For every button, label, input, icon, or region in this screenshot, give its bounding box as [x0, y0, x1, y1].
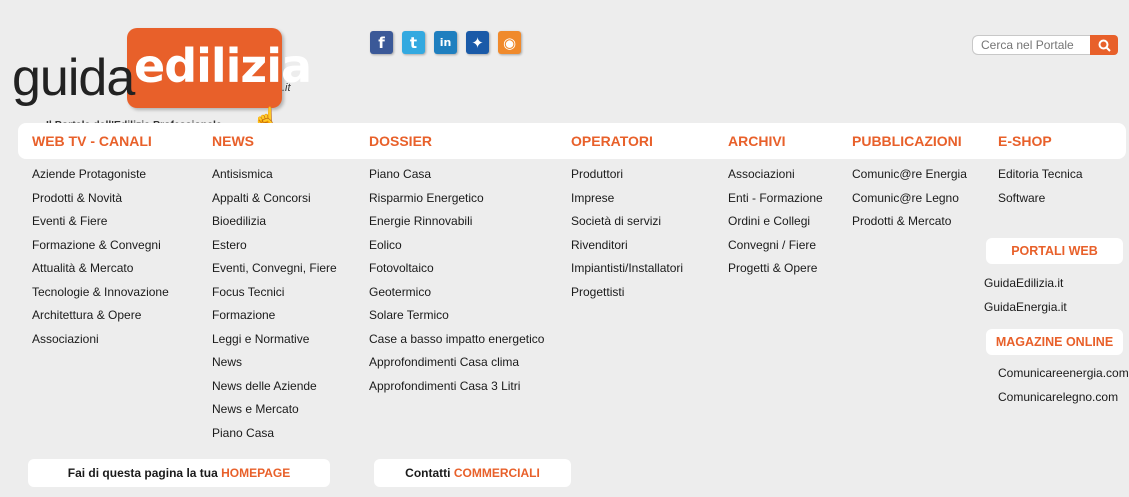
social-links: f t in ✦ ◉: [370, 31, 521, 54]
menu-head-pubblicazioni[interactable]: PUBBLICAZIONI: [852, 133, 962, 149]
menu-link[interactable]: Prodotti & Mercato: [852, 210, 967, 234]
menu-link[interactable]: News: [212, 351, 337, 375]
homepage-accent: HOMEPAGE: [221, 466, 291, 480]
menu-link[interactable]: Leggi e Normative: [212, 328, 337, 352]
menu-link[interactable]: Comunic@re Legno: [852, 187, 967, 211]
menu-link[interactable]: Produttori: [571, 163, 683, 187]
menu-link[interactable]: Progettisti: [571, 281, 683, 305]
portali-link-guidaenergia[interactable]: GuidaEnergia.it: [984, 296, 1067, 320]
portali-web-heading: PORTALI WEB: [986, 238, 1123, 264]
myspace-icon[interactable]: ✦: [466, 31, 489, 54]
menu-link[interactable]: Aziende Protagoniste: [32, 163, 169, 187]
rss-icon[interactable]: ◉: [498, 31, 521, 54]
menu-link[interactable]: Estero: [212, 234, 337, 258]
menu-link[interactable]: Ordini e Collegi: [728, 210, 823, 234]
portali-link-guidaedilizia[interactable]: GuidaEdilizia.it: [984, 272, 1063, 296]
site-logo[interactable]: guida edilizia .it Il Portale dell'Edili…: [12, 24, 312, 134]
menu-link[interactable]: Architettura & Opere: [32, 304, 169, 328]
menu-link[interactable]: Focus Tecnici: [212, 281, 337, 305]
menu-head-webtv[interactable]: WEB TV - CANALI: [32, 133, 152, 149]
logo-guida-text: guida: [12, 49, 135, 107]
column-eshop: Editoria Tecnica Software: [998, 163, 1083, 210]
menu-link[interactable]: Appalti & Concorsi: [212, 187, 337, 211]
menu-link[interactable]: Approfondimenti Casa clima: [369, 351, 544, 375]
logo-it-text: .it: [282, 82, 291, 94]
magazine-link-energia[interactable]: Comunicareenergia.com: [998, 362, 1129, 386]
menu-link[interactable]: Eventi, Convegni, Fiere: [212, 257, 337, 281]
menu-link[interactable]: Risparmio Energetico: [369, 187, 544, 211]
menu-link[interactable]: Formazione: [212, 304, 337, 328]
menu-link[interactable]: Rivenditori: [571, 234, 683, 258]
facebook-icon[interactable]: f: [370, 31, 393, 54]
menu-link[interactable]: Antisismica: [212, 163, 337, 187]
menu-link[interactable]: Approfondimenti Casa 3 Litri: [369, 375, 544, 399]
menu-link[interactable]: Energie Rinnovabili: [369, 210, 544, 234]
menu-link[interactable]: Prodotti & Novità: [32, 187, 169, 211]
menu-link[interactable]: Piano Casa: [369, 163, 544, 187]
search-icon: [1098, 39, 1111, 52]
menu-link[interactable]: Associazioni: [32, 328, 169, 352]
menu-link[interactable]: Impiantisti/Installatori: [571, 257, 683, 281]
menu-link[interactable]: Case a basso impatto energetico: [369, 328, 544, 352]
menu-head-operatori[interactable]: OPERATORI: [571, 133, 653, 149]
menu-link[interactable]: Piano Casa: [212, 422, 337, 446]
menu-link[interactable]: Imprese: [571, 187, 683, 211]
menu-link[interactable]: Formazione & Convegni: [32, 234, 169, 258]
contatti-accent: COMMERCIALI: [453, 466, 540, 480]
menu-link[interactable]: News e Mercato: [212, 398, 337, 422]
menu-link[interactable]: Convegni / Fiere: [728, 234, 823, 258]
search-form: [972, 35, 1118, 55]
menu-head-dossier[interactable]: DOSSIER: [369, 133, 432, 149]
menu-link[interactable]: Società di servizi: [571, 210, 683, 234]
menu-link[interactable]: Editoria Tecnica: [998, 163, 1083, 187]
menu-head-news[interactable]: NEWS: [212, 133, 254, 149]
twitter-icon[interactable]: t: [402, 31, 425, 54]
column-news: Antisismica Appalti & Concorsi Bioedilizia…: [212, 163, 337, 445]
menu-head-archivi[interactable]: ARCHIVI: [728, 133, 786, 149]
magazine-link-legno[interactable]: Comunicarelegno.com: [998, 386, 1118, 410]
page: guida edilizia .it Il Portale dell'Edili…: [0, 0, 1129, 497]
menu-link[interactable]: Bioedilizia: [212, 210, 337, 234]
column-webtv: Aziende Protagoniste Prodotti & Novità Eve…: [32, 163, 169, 351]
search-input[interactable]: [972, 35, 1090, 55]
contatti-text: Contatti: [405, 466, 454, 480]
menu-link[interactable]: Enti - Formazione: [728, 187, 823, 211]
menu-link[interactable]: Progetti & Opere: [728, 257, 823, 281]
menu-link[interactable]: Attualità & Mercato: [32, 257, 169, 281]
homepage-text: Fai di questa pagina la tua: [67, 466, 222, 480]
menu-link[interactable]: Fotovoltaico: [369, 257, 544, 281]
linkedin-icon[interactable]: in: [434, 31, 457, 54]
search-button[interactable]: [1090, 35, 1118, 55]
menu-head-eshop[interactable]: E-SHOP: [998, 133, 1052, 149]
menu-link[interactable]: Eventi & Fiere: [32, 210, 169, 234]
column-archivi: Associazioni Enti - Formazione Ordini e Co…: [728, 163, 823, 281]
column-dossier: Piano Casa Risparmio Energetico Energie Ri…: [369, 163, 544, 398]
menu-link[interactable]: Eolico: [369, 234, 544, 258]
menu-link[interactable]: News delle Aziende: [212, 375, 337, 399]
menu-link[interactable]: Solare Termico: [369, 304, 544, 328]
column-operatori: Produttori Imprese Società di servizi Riven…: [571, 163, 683, 304]
contatti-commerciali-button[interactable]: Contatti COMMERCIALI: [374, 459, 571, 487]
set-homepage-button[interactable]: Fai di questa pagina la tua HOMEPAGE: [28, 459, 330, 487]
menu-link[interactable]: Comunic@re Energia: [852, 163, 967, 187]
menu-link[interactable]: Tecnologie & Innovazione: [32, 281, 169, 305]
column-pubblicazioni: Comunic@re Energia Comunic@re Legno Prodot…: [852, 163, 967, 234]
menu-link[interactable]: Associazioni: [728, 163, 823, 187]
menu-link[interactable]: Geotermico: [369, 281, 544, 305]
magazine-online-heading: MAGAZINE ONLINE: [986, 329, 1123, 355]
menu-link[interactable]: Software: [998, 187, 1083, 211]
